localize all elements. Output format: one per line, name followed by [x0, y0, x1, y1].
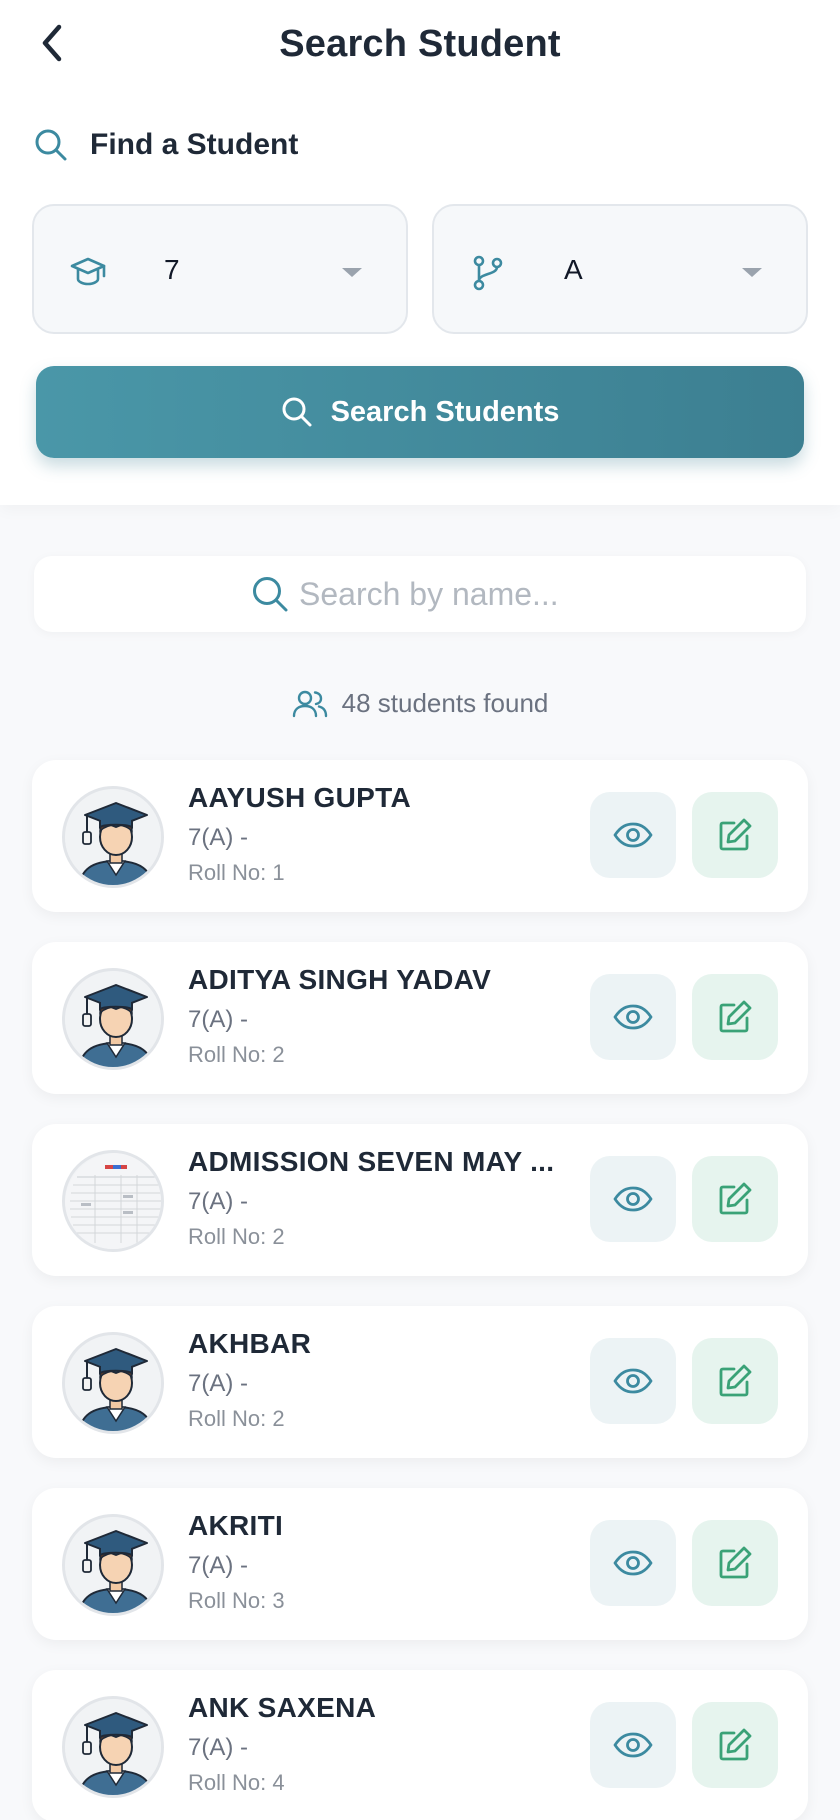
- git-branch-icon: [473, 255, 503, 291]
- student-card[interactable]: ANK SAXENA 7(A) - Roll No: 4: [32, 1670, 808, 1820]
- section-dropdown-value: A: [564, 254, 583, 285]
- student-info: AKHBAR 7(A) - Roll No: 2: [188, 1328, 311, 1432]
- student-name: AAYUSH GUPTA: [188, 782, 411, 813]
- graduate-avatar-icon: [65, 1517, 161, 1613]
- edit-button[interactable]: [692, 1520, 778, 1606]
- eye-icon: [613, 1550, 653, 1576]
- edit-icon: [719, 1182, 752, 1215]
- eye-icon: [613, 1186, 653, 1212]
- student-class: 7(A) -: [188, 824, 248, 851]
- student-info: AAYUSH GUPTA 7(A) - Roll No: 1: [188, 782, 411, 886]
- graduation-cap-icon: [70, 257, 106, 286]
- page-title: Search Student: [279, 22, 561, 65]
- view-button[interactable]: [590, 1338, 676, 1424]
- student-name: ADMISSION SEVEN MAY ...: [188, 1146, 555, 1177]
- student-avatar: [62, 1150, 164, 1252]
- student-avatar: [62, 1332, 164, 1434]
- student-name: ADITYA SINGH YADAV: [188, 964, 492, 995]
- student-info: ADMISSION SEVEN MAY ... 7(A) - Roll No: …: [188, 1146, 554, 1250]
- student-roll: Roll No: 2: [188, 1042, 285, 1067]
- graduate-avatar-icon: [65, 1699, 161, 1795]
- app-header: Search Student: [0, 0, 840, 88]
- back-button[interactable]: [30, 20, 74, 66]
- graduate-avatar-icon: [65, 1335, 161, 1431]
- student-class: 7(A) -: [188, 1006, 248, 1033]
- results-count-text: 48 students found: [341, 688, 549, 718]
- edit-icon: [719, 818, 752, 851]
- edit-button[interactable]: [692, 1338, 778, 1424]
- filter-row: 7 A: [32, 204, 808, 334]
- student-class: 7(A) -: [188, 1370, 248, 1397]
- search-students-button[interactable]: Search Students: [36, 366, 804, 458]
- edit-button[interactable]: [692, 1702, 778, 1788]
- view-button[interactable]: [590, 974, 676, 1060]
- student-list: AAYUSH GUPTA 7(A) - Roll No: 1 ADITYA SI…: [32, 760, 808, 1820]
- student-avatar: [62, 968, 164, 1070]
- eye-icon: [613, 822, 653, 848]
- class-dropdown-value: 7: [164, 254, 180, 285]
- student-name: ANK SAXENA: [188, 1692, 377, 1723]
- name-search-bar: [34, 556, 806, 632]
- student-info: ADITYA SINGH YADAV 7(A) - Roll No: 2: [188, 964, 491, 1068]
- edit-icon: [719, 1000, 752, 1033]
- edit-icon: [719, 1546, 752, 1579]
- view-button[interactable]: [590, 1702, 676, 1788]
- student-name: AKHBAR: [188, 1328, 312, 1359]
- student-class: 7(A) -: [188, 1552, 248, 1579]
- student-card[interactable]: AKHBAR 7(A) - Roll No: 2: [32, 1306, 808, 1458]
- student-card[interactable]: AKRITI 7(A) - Roll No: 3: [32, 1488, 808, 1640]
- caret-down-icon: [342, 268, 362, 277]
- student-card[interactable]: ADMISSION SEVEN MAY ... 7(A) - Roll No: …: [32, 1124, 808, 1276]
- search-students-label: Search Students: [330, 395, 560, 428]
- chevron-left-icon: [42, 24, 62, 62]
- student-avatar: [62, 786, 164, 888]
- search-icon: [253, 577, 288, 612]
- document-thumbnail-icon: [65, 1153, 161, 1249]
- student-avatar: [62, 1696, 164, 1798]
- search-icon: [35, 129, 67, 161]
- class-dropdown[interactable]: 7: [32, 204, 408, 334]
- student-roll: Roll No: 2: [188, 1406, 285, 1431]
- edit-icon: [719, 1728, 752, 1761]
- eye-icon: [613, 1004, 653, 1030]
- find-student-label: Find a Student: [90, 128, 299, 161]
- edit-button[interactable]: [692, 1156, 778, 1242]
- users-icon: [292, 690, 327, 717]
- results-count: 48 students found: [0, 688, 840, 719]
- student-info: ANK SAXENA 7(A) - Roll No: 4: [188, 1692, 376, 1796]
- student-roll: Roll No: 1: [188, 860, 285, 885]
- graduate-avatar-icon: [65, 971, 161, 1067]
- caret-down-icon: [742, 268, 762, 277]
- student-avatar: [62, 1514, 164, 1616]
- student-info: AKRITI 7(A) - Roll No: 3: [188, 1510, 285, 1614]
- eye-icon: [613, 1368, 653, 1394]
- student-roll: Roll No: 3: [188, 1588, 285, 1613]
- edit-button[interactable]: [692, 974, 778, 1060]
- name-search-input[interactable]: [299, 575, 589, 613]
- student-class: 7(A) -: [188, 1734, 248, 1761]
- view-button[interactable]: [590, 1156, 676, 1242]
- eye-icon: [613, 1732, 653, 1758]
- view-button[interactable]: [590, 1520, 676, 1606]
- edit-icon: [719, 1364, 752, 1397]
- student-card[interactable]: AAYUSH GUPTA 7(A) - Roll No: 1: [32, 760, 808, 912]
- graduate-avatar-icon: [65, 789, 161, 885]
- edit-button[interactable]: [692, 792, 778, 878]
- section-dropdown[interactable]: A: [432, 204, 808, 334]
- student-roll: Roll No: 4: [188, 1770, 285, 1795]
- view-button[interactable]: [590, 792, 676, 878]
- student-class: 7(A) -: [188, 1188, 248, 1215]
- student-roll: Roll No: 2: [188, 1224, 285, 1249]
- find-student-heading: Find a Student: [34, 128, 298, 162]
- search-panel: Search Student Find a Student 7 A Search…: [0, 0, 840, 505]
- student-name: AKRITI: [188, 1510, 284, 1541]
- student-card[interactable]: ADITYA SINGH YADAV 7(A) - Roll No: 2: [32, 942, 808, 1094]
- search-icon: [282, 397, 312, 427]
